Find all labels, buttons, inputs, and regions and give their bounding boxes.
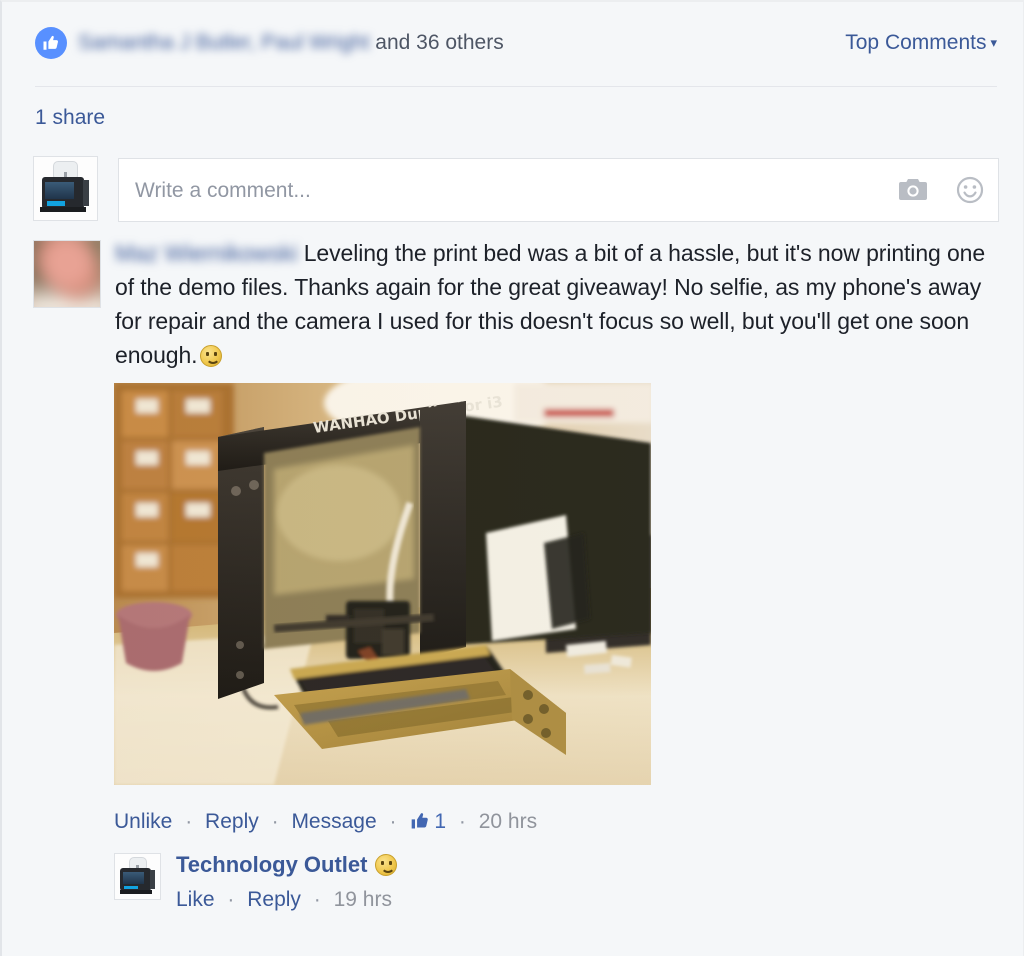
liker-names[interactable]: Samantha J Butler, Paul Wright — [78, 27, 369, 59]
share-count-link[interactable]: 1 share — [35, 106, 105, 130]
reply-author-row: Technology Outlet — [176, 852, 398, 878]
smiley-emoji-icon — [200, 345, 223, 367]
reply-timestamp[interactable]: 19 hrs — [334, 888, 392, 911]
likes-suffix: and 36 others — [369, 31, 504, 54]
comment-author-name[interactable]: Maz Wiernikowski — [115, 236, 298, 270]
emoji-smiley-icon[interactable] — [956, 176, 984, 204]
chevron-down-icon: ▾ — [990, 35, 997, 50]
reply-author-avatar[interactable] — [114, 853, 161, 900]
thumbs-up-small-icon — [409, 811, 431, 839]
comment-attached-photo[interactable]: WANHAO Duplicator i3 — [114, 383, 651, 785]
likes-text: Samantha J Butler, Paul Wright and 36 ot… — [78, 27, 504, 59]
comment-author-avatar[interactable] — [33, 240, 101, 308]
reply-author-name[interactable]: Technology Outlet — [176, 852, 367, 878]
comment-body: Maz Wiernikowski Leveling the print bed … — [115, 236, 999, 372]
unlike-button[interactable]: Unlike — [114, 810, 172, 833]
comment-text-block: Maz Wiernikowski Leveling the print bed … — [115, 236, 999, 372]
camera-icon[interactable] — [898, 177, 928, 203]
reply-body: Technology Outlet Like · Reply · 19 hrs — [176, 852, 398, 912]
separator: · — [458, 810, 466, 833]
comments-panel: Samantha J Butler, Paul Wright and 36 ot… — [0, 0, 1024, 956]
separator: · — [227, 888, 235, 911]
page-avatar-3d-printer-icon — [115, 854, 160, 899]
reply-button[interactable]: Reply — [247, 888, 301, 911]
sort-comments-dropdown[interactable]: Top Comments ▾ — [845, 27, 997, 59]
comment-input[interactable] — [133, 159, 897, 223]
like-button[interactable]: Like — [176, 888, 215, 911]
section-divider — [35, 86, 997, 87]
reply-button[interactable]: Reply — [205, 810, 259, 833]
comment-composer — [33, 156, 999, 224]
comment-input-wrapper[interactable] — [118, 158, 999, 223]
page-avatar-3d-printer-icon — [34, 157, 97, 220]
separator: · — [313, 888, 321, 911]
thumbs-up-icon — [35, 27, 67, 59]
smiley-emoji-icon — [375, 854, 398, 876]
composer-avatar[interactable] — [33, 156, 98, 221]
separator: · — [271, 810, 279, 833]
sort-comments-label: Top Comments — [845, 31, 987, 54]
separator: · — [185, 810, 193, 833]
comment-timestamp[interactable]: 20 hrs — [479, 810, 537, 833]
user-avatar-photo-icon — [34, 241, 100, 307]
composer-icon-group — [898, 159, 984, 221]
like-count: 1 — [434, 810, 447, 833]
separator: · — [389, 810, 397, 833]
reply-actions: Like · Reply · 19 hrs — [176, 888, 397, 912]
comment-actions: Unlike · Reply · Message · 1 · 20 hrs — [114, 808, 537, 839]
message-button[interactable]: Message — [291, 810, 376, 833]
likes-summary-bar: Samantha J Butler, Paul Wright and 36 ot… — [35, 24, 997, 66]
